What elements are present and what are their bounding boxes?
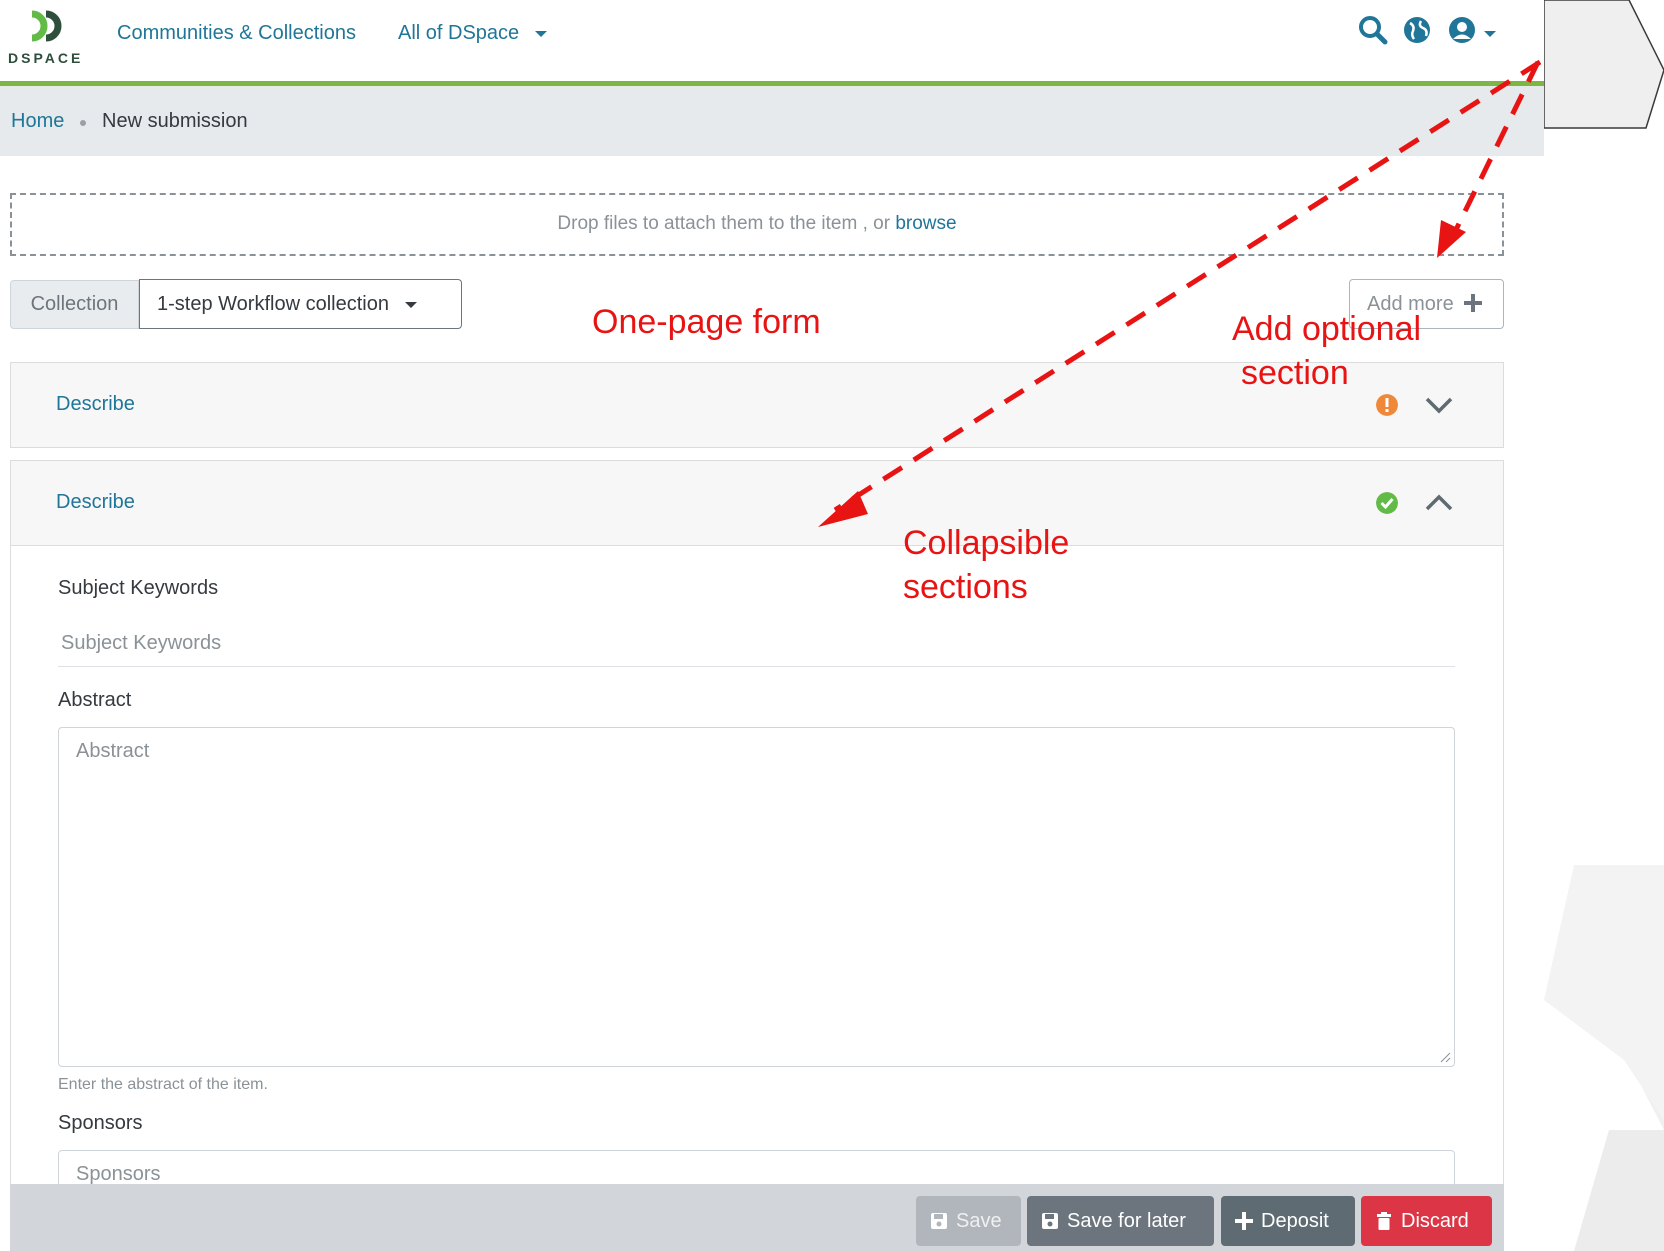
abstract-help-text: Enter the abstract of the item. xyxy=(58,1076,268,1093)
save-for-later-button[interactable]: Save for later xyxy=(1027,1196,1214,1246)
file-dropzone[interactable]: Drop files to attach them to the item , … xyxy=(10,193,1504,256)
dspace-logo[interactable]: DSPACE xyxy=(8,8,88,68)
section-describe-2-body: Subject Keywords Subject Keywords Abstra… xyxy=(10,546,1504,1196)
nav-communities-collections[interactable]: Communities & Collections xyxy=(117,22,356,45)
browse-link[interactable]: browse xyxy=(895,213,956,234)
save-for-later-label: Save for later xyxy=(1067,1210,1186,1232)
floppy-disk-icon xyxy=(931,1213,947,1229)
dspace-logo-icon xyxy=(31,10,62,42)
discard-button[interactable]: Discard xyxy=(1361,1196,1492,1246)
breadcrumb-separator xyxy=(80,120,86,126)
abstract-label: Abstract xyxy=(58,689,132,711)
subject-keywords-label: Subject Keywords xyxy=(58,577,219,599)
plus-icon xyxy=(1464,294,1483,312)
discard-label: Discard xyxy=(1401,1210,1469,1232)
deposit-button[interactable]: Deposit xyxy=(1221,1196,1355,1246)
chevron-up-icon[interactable] xyxy=(1424,491,1454,515)
user-menu-chevron-icon[interactable] xyxy=(1484,31,1496,37)
chevron-down-icon xyxy=(404,301,417,308)
hexagon-decoration xyxy=(1544,0,1664,1251)
annotation-add-optional: Add optional xyxy=(1232,310,1422,348)
sponsors-label: Sponsors xyxy=(58,1112,143,1134)
globe-icon[interactable] xyxy=(1401,14,1433,46)
section-title[interactable]: Describe xyxy=(56,393,135,416)
decorative-background xyxy=(1544,0,1664,1251)
dropzone-text: Drop files to attach them to the item , … xyxy=(557,213,891,234)
nav-all-of-dspace[interactable]: All of DSpace xyxy=(398,22,547,45)
breadcrumb: Home New submission xyxy=(0,86,1544,156)
annotation-collapsible: Collapsible xyxy=(903,524,1070,562)
breadcrumb-home-link[interactable]: Home xyxy=(11,110,64,133)
plus-icon xyxy=(1235,1212,1253,1230)
submission-footer: Save Save for later Deposit Discard xyxy=(10,1184,1504,1251)
collection-dropdown[interactable]: 1-step Workflow collection xyxy=(139,279,462,329)
annotation-sections: sections xyxy=(903,568,1028,606)
section-describe-2-header[interactable]: Describe xyxy=(10,460,1504,546)
collection-label: Collection xyxy=(10,280,139,329)
chevron-down-icon[interactable] xyxy=(1424,393,1454,417)
save-button[interactable]: Save xyxy=(916,1196,1021,1246)
breadcrumb-current: New submission xyxy=(102,110,248,132)
logo-wordmark: DSPACE xyxy=(8,50,84,66)
annotation-one-page-form: One-page form xyxy=(592,303,821,341)
chevron-down-icon xyxy=(534,30,547,37)
resize-handle-icon[interactable] xyxy=(1439,1051,1451,1063)
warning-icon xyxy=(1376,394,1398,416)
check-circle-icon xyxy=(1376,492,1398,514)
trash-icon xyxy=(1377,1212,1391,1230)
save-label: Save xyxy=(956,1210,1002,1232)
abstract-textarea[interactable]: Abstract xyxy=(58,727,1455,1067)
collection-value: 1-step Workflow collection xyxy=(157,293,389,315)
abstract-placeholder: Abstract xyxy=(76,740,150,762)
user-icon[interactable] xyxy=(1446,14,1478,46)
top-navbar: DSPACE Communities & Collections All of … xyxy=(0,0,1544,86)
annotation-section: section xyxy=(1241,354,1349,392)
subject-keywords-input[interactable]: Subject Keywords xyxy=(58,621,1455,667)
deposit-label: Deposit xyxy=(1261,1210,1329,1232)
section-title[interactable]: Describe xyxy=(56,491,135,514)
floppy-disk-icon xyxy=(1042,1213,1058,1229)
nav-all-label: All of DSpace xyxy=(398,22,520,44)
search-icon[interactable] xyxy=(1357,14,1389,46)
